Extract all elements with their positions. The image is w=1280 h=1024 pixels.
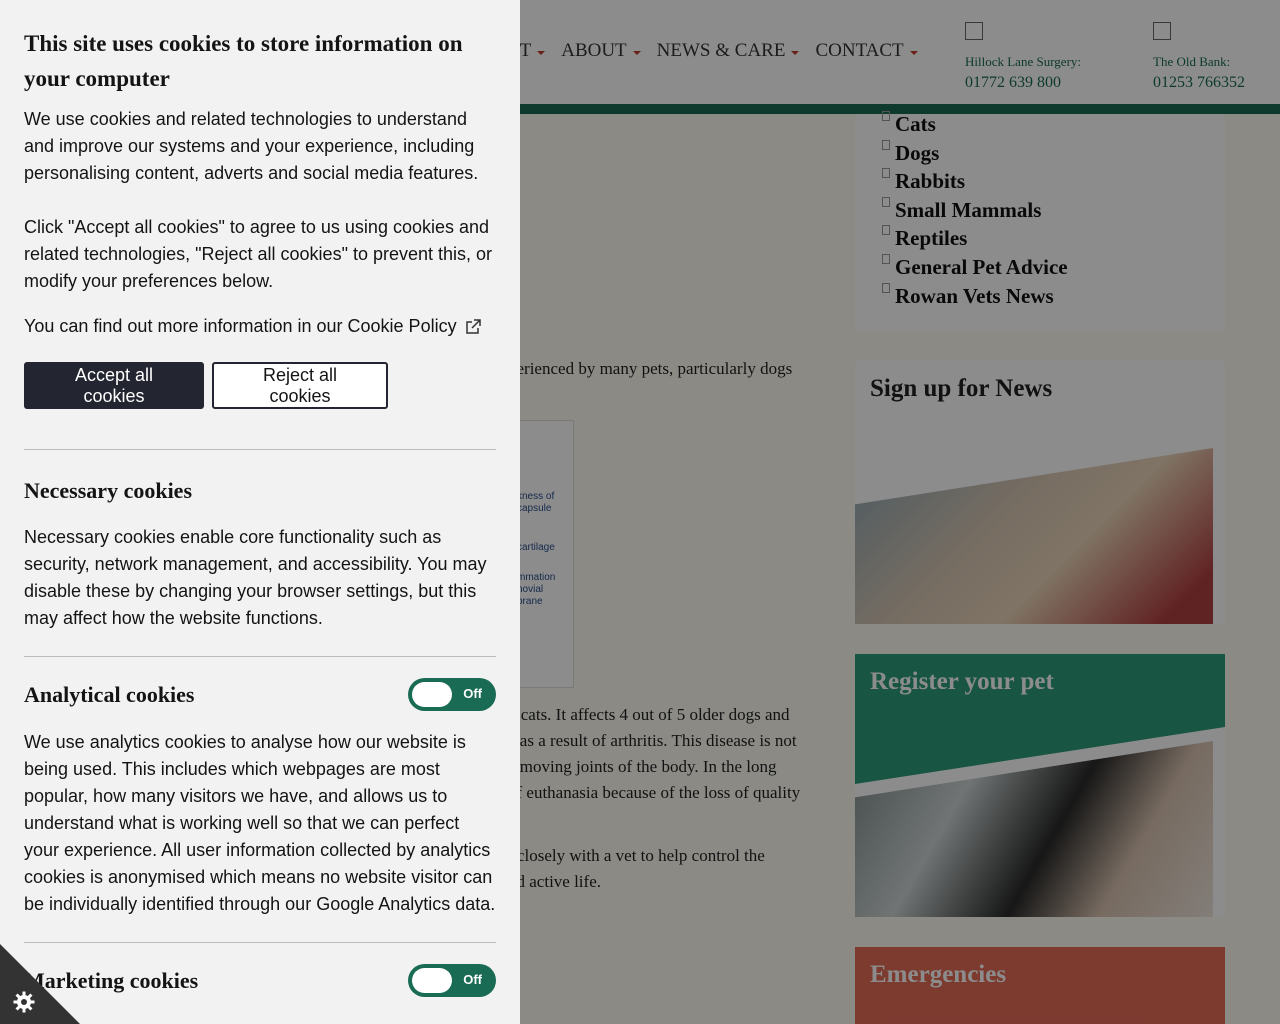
necessary-cookies-section: Necessary cookies Necessary cookies enab… xyxy=(24,478,496,632)
analytical-cookies-toggle[interactable]: Off xyxy=(408,678,496,711)
reject-all-cookies-button[interactable]: Reject all cookies xyxy=(212,362,388,409)
analytical-cookies-section: Analytical cookies Off We use analytics … xyxy=(24,678,496,918)
cookie-policy-link[interactable]: You can find out more information in our… xyxy=(24,313,496,340)
divider xyxy=(24,942,496,943)
toggle-state-label: Off xyxy=(463,972,482,987)
section-text: Necessary cookies enable core functional… xyxy=(24,527,487,628)
cookie-policy-text: You can find out more information in our… xyxy=(24,316,457,336)
divider xyxy=(24,449,496,450)
external-link-icon xyxy=(465,318,481,334)
section-title: Marketing cookies xyxy=(24,967,199,993)
marketing-cookies-toggle[interactable]: Off xyxy=(408,964,496,997)
section-title: Necessary cookies xyxy=(24,478,193,503)
marketing-cookies-section: Marketing cookies Off xyxy=(24,964,496,997)
toggle-knob xyxy=(412,682,452,707)
toggle-state-label: Off xyxy=(463,686,482,701)
gear-icon xyxy=(13,991,35,1013)
section-text: We use analytics cookies to analyse how … xyxy=(24,732,496,914)
cookie-title: This site uses cookies to store informat… xyxy=(24,31,463,91)
toggle-knob xyxy=(412,968,452,993)
cookie-consent-panel: This site uses cookies to store informat… xyxy=(0,0,520,1024)
section-header: Marketing cookies Off xyxy=(24,964,496,997)
divider xyxy=(24,656,496,657)
cookie-button-row: Accept all cookies Reject all cookies xyxy=(24,362,496,409)
cookie-intro: We use cookies and related technologies … xyxy=(24,109,479,183)
section-title: Analytical cookies xyxy=(24,681,195,707)
accept-all-cookies-button[interactable]: Accept all cookies xyxy=(24,362,204,409)
section-header: Analytical cookies Off xyxy=(24,678,496,711)
cookie-instructions: Click "Accept all cookies" to agree to u… xyxy=(24,217,493,291)
cookie-panel-content: This site uses cookies to store informat… xyxy=(24,26,496,997)
